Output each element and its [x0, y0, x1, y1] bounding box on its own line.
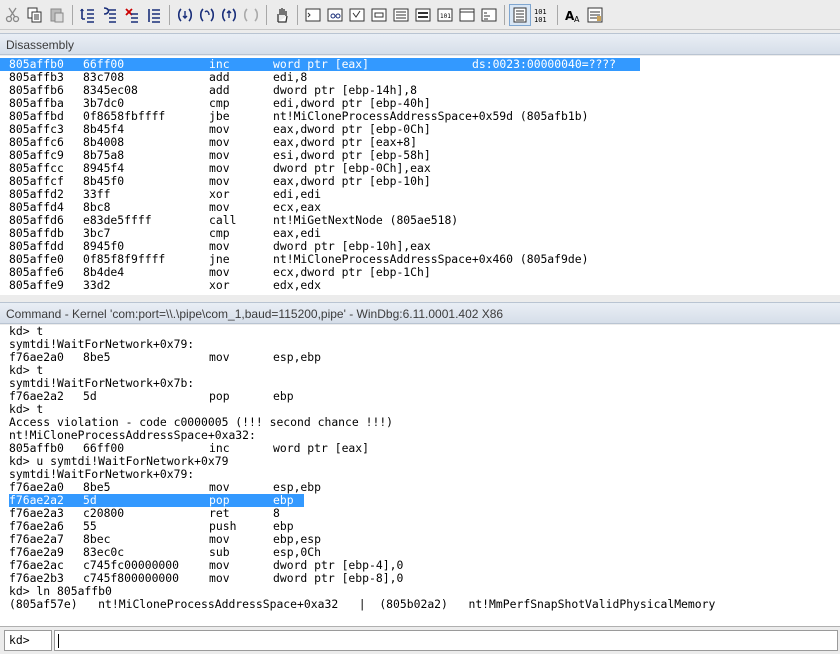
- step-disabled-icon[interactable]: [240, 4, 262, 26]
- step-over-source-icon[interactable]: [196, 4, 218, 26]
- svg-text:A: A: [574, 15, 580, 24]
- selected-output-line: f76ae2a2 5d pop ebp: [0, 494, 840, 507]
- font-icon[interactable]: AA: [562, 4, 584, 26]
- disassembly-row[interactable]: 805affd6 e83de5ffff call nt!MiGetNextNode (…: [0, 214, 840, 227]
- command-output-line: symtdi!WaitForNetwork+0x7b:: [0, 377, 840, 390]
- command-output-line: f76ae2a6 55 push ebp: [0, 520, 840, 533]
- effective-address-value: ds:0023:00000040=????: [472, 57, 617, 71]
- locals-window-icon[interactable]: [346, 4, 368, 26]
- paste-icon[interactable]: [46, 4, 68, 26]
- command-output-line: f76ae2a3 c20800 ret 8: [0, 507, 840, 520]
- command-output-line: symtdi!WaitForNetwork+0x79:: [0, 338, 840, 351]
- instruction-operands: ebp: [273, 389, 294, 403]
- step-into-icon[interactable]: [99, 4, 121, 26]
- command-output-line: symtdi!WaitForNetwork+0x79:: [0, 468, 840, 481]
- disassembly-title-bar[interactable]: Disassembly: [0, 33, 840, 55]
- call-stack-icon[interactable]: [412, 4, 434, 26]
- svg-text:101: 101: [534, 8, 547, 16]
- instruction-bytes: 8be5: [83, 350, 111, 364]
- step-out-back-icon[interactable]: [77, 4, 99, 26]
- toolbar: 101 101 101 AA: [0, 0, 840, 30]
- svg-text:101: 101: [534, 16, 547, 24]
- disassembly-title: Disassembly: [6, 38, 75, 52]
- disassembly-row[interactable]: 805affcf 8b45f0 mov eax,dword ptr [ebp-10h]: [0, 175, 840, 188]
- source-mode-icon[interactable]: [509, 3, 531, 26]
- registers-window-icon[interactable]: [368, 4, 390, 26]
- command-prompt: kd>: [4, 630, 52, 651]
- command-window-icon[interactable]: [302, 4, 324, 26]
- command-output-line: f76ae2b3 c745f800000000 mov dword ptr [ebp-…: [0, 572, 840, 585]
- toolbar-separator: [72, 4, 73, 25]
- instruction-operands: esp,ebp: [273, 350, 322, 364]
- toolbar-separator: [557, 4, 558, 25]
- instruction-mnemonic: mov: [209, 350, 230, 364]
- command-output-line: f76ae2a0 8be5 mov esp,ebp: [0, 351, 840, 364]
- disassembly-row[interactable]: 805affe9 33d2 xor edx,edx: [0, 279, 840, 292]
- watch-window-icon[interactable]: [324, 4, 346, 26]
- command-title: Command - Kernel 'com:port=\\.\pipe\com_…: [6, 307, 504, 321]
- toolbar-separator: [504, 4, 505, 25]
- command-title-bar[interactable]: Command - Kernel 'com:port=\\.\pipe\com_…: [0, 302, 840, 324]
- instruction-operands: dword ptr [ebp-8],0: [273, 571, 404, 585]
- text-caret: [58, 634, 59, 648]
- disassembly-window-icon[interactable]: 101: [434, 4, 456, 26]
- command-input[interactable]: [54, 630, 838, 651]
- copy-icon[interactable]: [24, 4, 46, 26]
- command-output-line: (805af57e) nt!MiCloneProcessAddressSpace…: [0, 598, 840, 611]
- instruction-mnemonic: pop: [209, 389, 230, 403]
- instruction-mnemonic: mov: [209, 571, 230, 585]
- run-to-cursor-icon[interactable]: [143, 4, 165, 26]
- svg-text:101: 101: [440, 13, 451, 20]
- toolbar-separator: [297, 4, 298, 25]
- command-output-line: nt!MiCloneProcessAddressSpace+0xa32:: [0, 429, 840, 442]
- processes-threads-icon[interactable]: [478, 4, 500, 26]
- command-input-row: kd>: [0, 626, 840, 654]
- scratch-pad-icon[interactable]: [456, 4, 478, 26]
- instruction-bytes: 33d2: [83, 278, 111, 292]
- step-over-icon[interactable]: [121, 4, 143, 26]
- command-output-line: f76ae2a0 8be5 mov esp,ebp: [0, 481, 840, 494]
- instruction-bytes: 5d: [83, 389, 97, 403]
- hex-display-icon[interactable]: 101 101: [531, 4, 553, 26]
- output-text: (805af57e) nt!MiCloneProcessAddressSpace…: [9, 597, 716, 611]
- disassembly-row[interactable]: 805affe6 8b4de4 mov ecx,dword ptr [ebp-1Ch]: [0, 266, 840, 279]
- options-icon[interactable]: [584, 4, 606, 26]
- hand-icon[interactable]: [271, 4, 293, 26]
- instruction-mnemonic: xor: [209, 278, 230, 292]
- command-output-line: f76ae2a2 5d pop ebp: [0, 390, 840, 403]
- instruction-operands: word ptr [eax]: [273, 441, 370, 455]
- step-into-source-icon[interactable]: [174, 4, 196, 26]
- command-output-pane[interactable]: kd> t symtdi!WaitForNetwork+0x79: f76ae2a0…: [0, 325, 840, 626]
- step-out-source-icon[interactable]: [218, 4, 240, 26]
- instruction-address: 805affe9: [9, 278, 64, 292]
- memory-window-icon[interactable]: [390, 4, 412, 26]
- toolbar-separator: [169, 4, 170, 25]
- toolbar-separator: [266, 4, 267, 25]
- disassembly-row[interactable]: 805affd2 33ff xor edi,edi: [0, 188, 840, 201]
- command-output-line: f76ae2a7 8bec mov ebp,esp: [0, 533, 840, 546]
- disassembly-row[interactable]: 805affc3 8b45f4 mov eax,dword ptr [ebp-0Ch]: [0, 123, 840, 136]
- instruction-operands: edx,edx: [273, 278, 322, 292]
- cut-icon[interactable]: [2, 4, 24, 26]
- disassembly-pane[interactable]: 805affb0 66ff00 inc word ptr [eax] ds:0023:0…: [0, 56, 840, 295]
